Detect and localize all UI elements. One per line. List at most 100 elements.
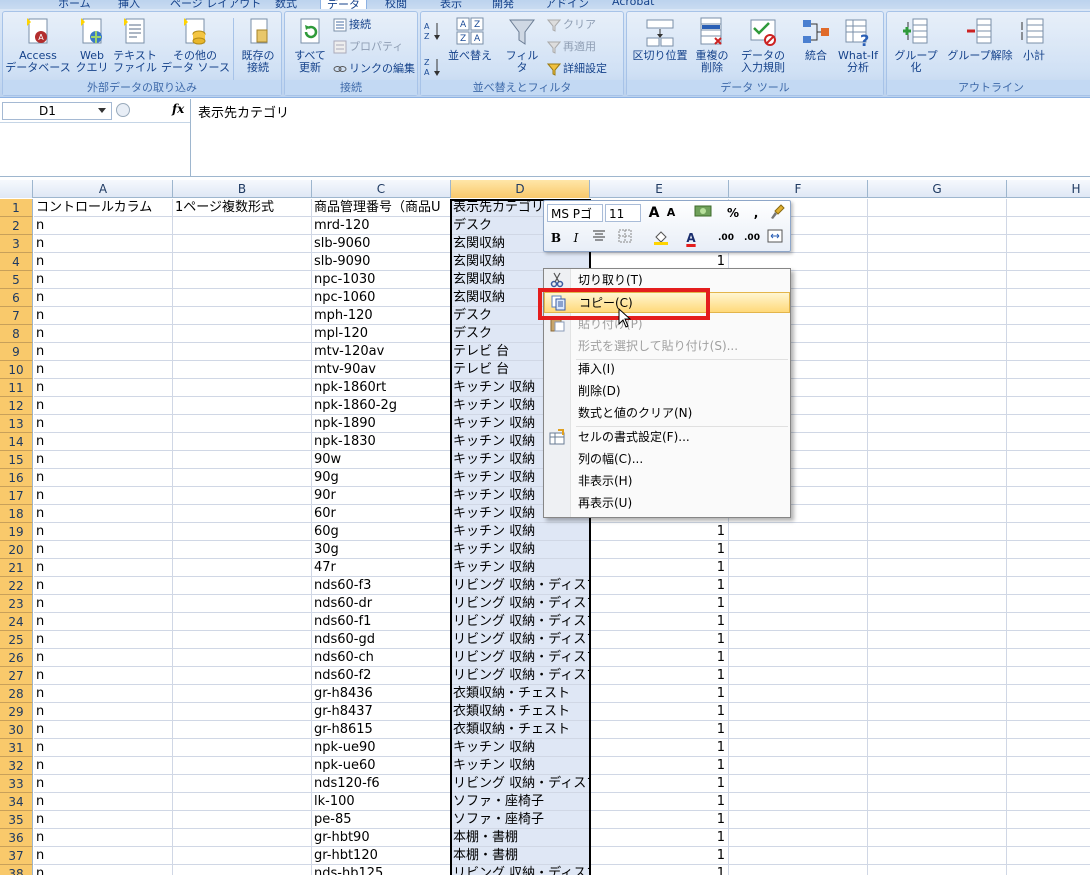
row-header[interactable]: 5: [0, 271, 33, 289]
cell-c[interactable]: 60r: [312, 505, 451, 523]
cell-g[interactable]: [868, 253, 1007, 271]
cell-b[interactable]: [173, 559, 312, 577]
cell-d[interactable]: ソファ・座椅子: [451, 811, 590, 829]
edit-links-button[interactable]: リンクの編集: [333, 60, 415, 78]
row-header[interactable]: 26: [0, 649, 33, 667]
cell-c[interactable]: 90g: [312, 469, 451, 487]
cell-a[interactable]: n: [34, 811, 173, 829]
row-header[interactable]: 38: [0, 865, 33, 875]
sort-az-button[interactable]: AZ: [423, 20, 443, 45]
cell-a[interactable]: n: [34, 505, 173, 523]
cell-e[interactable]: 1: [590, 757, 729, 775]
cell-b[interactable]: [173, 253, 312, 271]
row-header[interactable]: 23: [0, 595, 33, 613]
font-color-button[interactable]: A: [682, 229, 700, 247]
cell-e[interactable]: 1: [590, 613, 729, 631]
cell-b[interactable]: 1ページ複数形式: [173, 199, 312, 217]
cell-c[interactable]: gr-h8436: [312, 685, 451, 703]
cell-c[interactable]: pe-85: [312, 811, 451, 829]
tab-formulas[interactable]: 数式: [275, 0, 297, 9]
cell-b[interactable]: [173, 289, 312, 307]
cell-c[interactable]: 60g: [312, 523, 451, 541]
cell-c[interactable]: nds120-f6: [312, 775, 451, 793]
column-header-e[interactable]: E: [590, 180, 729, 198]
cell-a[interactable]: n: [34, 469, 173, 487]
cell-d[interactable]: リビング 収納・ディスプ: [451, 613, 590, 631]
cell-b[interactable]: [173, 685, 312, 703]
cell-g[interactable]: [868, 541, 1007, 559]
text-to-columns-button[interactable]: 区切り位置: [629, 16, 691, 62]
cell-g[interactable]: [868, 235, 1007, 253]
cell-h[interactable]: [1007, 757, 1090, 775]
cell-b[interactable]: [173, 343, 312, 361]
increase-decimal-button[interactable]: .00: [714, 229, 738, 247]
cell-b[interactable]: [173, 541, 312, 559]
cell-f[interactable]: [729, 703, 868, 721]
refresh-all-button[interactable]: すべて 更新: [289, 16, 331, 74]
name-box-dropdown-icon[interactable]: [98, 108, 106, 113]
percent-button[interactable]: %: [726, 204, 740, 222]
cell-e[interactable]: 1: [590, 739, 729, 757]
row-header[interactable]: 1: [0, 199, 33, 217]
cell-c[interactable]: lk-100: [312, 793, 451, 811]
data-validation-button[interactable]: データの 入力規則: [733, 16, 793, 74]
grow-font-button[interactable]: A: [646, 204, 662, 222]
decrease-decimal-button[interactable]: .00: [740, 229, 764, 247]
row-header[interactable]: 33: [0, 775, 33, 793]
cell-g[interactable]: [868, 307, 1007, 325]
cell-h[interactable]: [1007, 703, 1090, 721]
cell-a[interactable]: n: [34, 343, 173, 361]
cell-e[interactable]: 1: [590, 523, 729, 541]
tab-view[interactable]: 表示: [440, 0, 462, 9]
cell-g[interactable]: [868, 631, 1007, 649]
cell-h[interactable]: [1007, 775, 1090, 793]
cell-d[interactable]: リビング 収納・ディスプ: [451, 667, 590, 685]
accounting-format-button[interactable]: [690, 204, 718, 222]
column-header-b[interactable]: B: [173, 180, 312, 198]
cell-e[interactable]: 1: [590, 667, 729, 685]
cell-a[interactable]: n: [34, 757, 173, 775]
row-header[interactable]: 24: [0, 613, 33, 631]
cell-h[interactable]: [1007, 199, 1090, 217]
cell-h[interactable]: [1007, 397, 1090, 415]
access-db-button[interactable]: A Access データベース: [5, 16, 71, 74]
cell-g[interactable]: [868, 577, 1007, 595]
cell-d[interactable]: 本棚・書棚: [451, 847, 590, 865]
sort-za-button[interactable]: ZA: [423, 56, 443, 81]
row-header[interactable]: 15: [0, 451, 33, 469]
cell-h[interactable]: [1007, 613, 1090, 631]
cell-c[interactable]: 商品管理番号（商品U: [312, 199, 451, 217]
cell-e[interactable]: 1: [590, 541, 729, 559]
cell-a[interactable]: n: [34, 289, 173, 307]
cell-d[interactable]: ソファ・座椅子: [451, 793, 590, 811]
cell-d[interactable]: キッチン 収納: [451, 739, 590, 757]
formula-content[interactable]: 表示先カテゴリ: [198, 102, 289, 121]
cell-a[interactable]: n: [34, 613, 173, 631]
cell-g[interactable]: [868, 505, 1007, 523]
cell-a[interactable]: n: [34, 775, 173, 793]
cell-f[interactable]: [729, 829, 868, 847]
cell-b[interactable]: [173, 271, 312, 289]
connections-button[interactable]: 接続: [333, 16, 371, 34]
cell-d[interactable]: リビング 収納・ディスプ: [451, 595, 590, 613]
cell-h[interactable]: [1007, 271, 1090, 289]
cell-a[interactable]: n: [34, 829, 173, 847]
cell-a[interactable]: n: [34, 253, 173, 271]
cell-b[interactable]: [173, 415, 312, 433]
column-header-a[interactable]: A: [34, 180, 173, 198]
cell-h[interactable]: [1007, 811, 1090, 829]
cell-h[interactable]: [1007, 829, 1090, 847]
cell-g[interactable]: [868, 325, 1007, 343]
cell-a[interactable]: n: [34, 685, 173, 703]
cell-a[interactable]: n: [34, 595, 173, 613]
subtotal-button[interactable]: 小計: [1017, 16, 1051, 62]
name-box[interactable]: D1: [2, 102, 112, 120]
cell-a[interactable]: n: [34, 397, 173, 415]
cell-g[interactable]: [868, 361, 1007, 379]
cell-b[interactable]: [173, 361, 312, 379]
center-align-button[interactable]: [590, 229, 608, 247]
menu-item-unhide[interactable]: 再表示(U): [573, 493, 788, 514]
cell-c[interactable]: nds60-f3: [312, 577, 451, 595]
menu-item-column-width[interactable]: 列の幅(C)...: [573, 449, 788, 470]
cell-c[interactable]: nds60-f1: [312, 613, 451, 631]
